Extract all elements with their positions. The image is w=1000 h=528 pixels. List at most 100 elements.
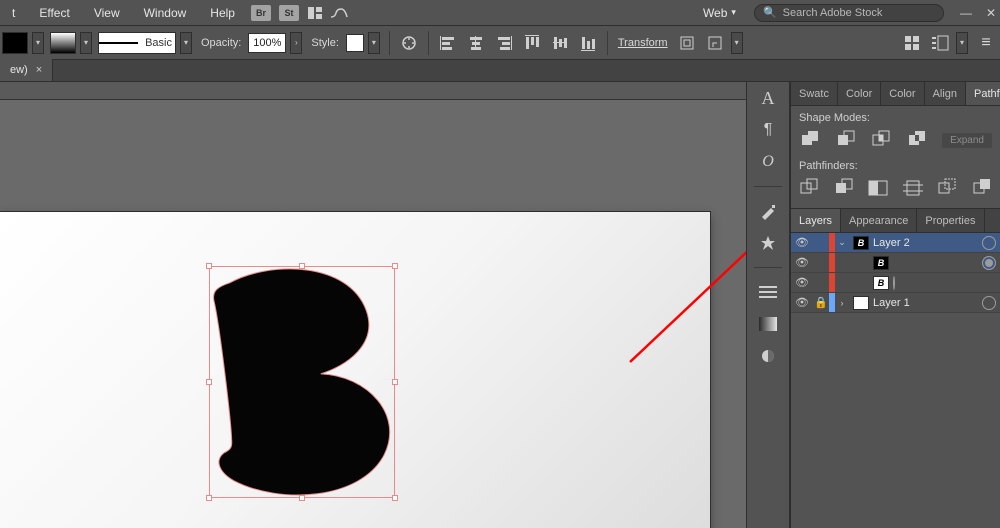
menu-prev-trunc[interactable]: t — [2, 4, 25, 22]
align-left-icon[interactable] — [436, 31, 460, 55]
intersect-icon[interactable] — [871, 130, 893, 150]
divide-icon[interactable] — [799, 178, 820, 198]
target-icon[interactable] — [893, 276, 895, 290]
stock-badge-icon[interactable]: St — [279, 5, 299, 21]
arrange-docs-icon[interactable] — [307, 5, 323, 21]
gradient-panel-icon[interactable] — [754, 312, 782, 336]
merge-icon[interactable] — [868, 178, 889, 198]
window-controls: — ✕ — [960, 6, 996, 20]
style-swatch[interactable] — [346, 34, 364, 52]
target-icon[interactable] — [982, 236, 996, 250]
minimize-icon[interactable]: — — [960, 6, 972, 20]
layer-color-strip — [829, 273, 835, 292]
menu-window[interactable]: Window — [134, 4, 197, 22]
paragraph-panel-icon[interactable]: ¶ — [754, 118, 782, 142]
visibility-toggle-icon[interactable]: 👁 — [791, 296, 813, 309]
menu-view[interactable]: View — [84, 4, 130, 22]
canvas-area[interactable] — [0, 100, 746, 528]
lock-toggle-icon[interactable]: 🔒 — [813, 296, 829, 309]
layer-row[interactable]: 👁B — [791, 253, 1000, 273]
character-panel-icon[interactable]: A — [754, 86, 782, 110]
edit-contents-icon[interactable] — [703, 31, 727, 55]
layer-thumbnail: B — [873, 256, 889, 270]
glyphs-panel-icon[interactable]: O — [754, 150, 782, 174]
tab-pathfinder[interactable]: Pathfinder — [966, 82, 1000, 105]
layer-row[interactable]: 👁B — [791, 273, 1000, 293]
tab-layers[interactable]: Layers — [791, 209, 841, 232]
trim-icon[interactable] — [834, 178, 855, 198]
align-vcenter-icon[interactable] — [548, 31, 572, 55]
workspace-switcher[interactable]: Web ▾ — [697, 4, 742, 22]
tab-color[interactable]: Color — [838, 82, 881, 105]
fill-swatch[interactable] — [2, 32, 28, 54]
menu-help[interactable]: Help — [200, 4, 245, 22]
style-dropdown[interactable]: ▾ — [368, 32, 380, 54]
search-input[interactable]: 🔍 Search Adobe Stock — [754, 4, 944, 22]
pathfinders-label: Pathfinders: — [799, 160, 992, 172]
document-tabs: ew) × — [0, 60, 1000, 82]
recolor-icon[interactable] — [397, 31, 421, 55]
crop-icon[interactable] — [903, 178, 924, 198]
layer-name[interactable] — [893, 277, 1000, 289]
gpu-perf-icon[interactable] — [331, 5, 347, 21]
artwork-shape[interactable] — [210, 267, 394, 497]
visibility-toggle-icon[interactable]: 👁 — [791, 236, 813, 249]
isolate-group-icon[interactable] — [675, 31, 699, 55]
close-doc-icon[interactable]: × — [36, 64, 42, 76]
panelmenu-dd[interactable]: ▾ — [956, 32, 968, 54]
gridview-icon[interactable] — [900, 31, 924, 55]
layers-panel: 👁⌄BLayer 2👁B👁B👁🔒›Layer 1 — [791, 233, 1000, 313]
brush-dropdown[interactable]: ▾ — [180, 32, 192, 54]
disclosure-icon[interactable]: › — [835, 298, 849, 308]
exclude-icon[interactable] — [906, 130, 928, 150]
brush-definition[interactable]: Basic — [98, 32, 176, 54]
tab-swatches[interactable]: Swatc — [791, 82, 838, 105]
bridge-badge-icon[interactable]: Br — [251, 5, 271, 21]
layer-thumbnail: B — [873, 276, 889, 290]
selection-bounds[interactable] — [209, 266, 395, 498]
stroke-panel-icon[interactable] — [754, 280, 782, 304]
target-icon[interactable] — [982, 256, 996, 270]
symbols-panel-icon[interactable] — [754, 231, 782, 255]
tab-colorguide[interactable]: Color — [881, 82, 924, 105]
disclosure-icon[interactable]: ⌄ — [835, 237, 849, 248]
minus-front-icon[interactable] — [835, 130, 857, 150]
menu-effect[interactable]: Effect — [29, 4, 79, 22]
visibility-toggle-icon[interactable]: 👁 — [791, 256, 813, 269]
fill-dropdown[interactable]: ▾ — [32, 32, 44, 54]
layer-row[interactable]: 👁 ⌄ B Layer 2 — [791, 233, 1000, 253]
align-top-icon[interactable] — [520, 31, 544, 55]
target-icon[interactable] — [982, 296, 996, 310]
ruler-horizontal[interactable] — [0, 82, 746, 100]
brush-label: Basic — [142, 37, 175, 49]
flyout-menu-icon[interactable]: ≡ — [974, 31, 998, 55]
align-right-icon[interactable] — [492, 31, 516, 55]
transform-link[interactable]: Transform — [615, 37, 671, 49]
document-tab[interactable]: ew) × — [0, 59, 53, 81]
brushes-panel-icon[interactable] — [754, 199, 782, 223]
opacity-field[interactable]: 100% — [248, 33, 286, 53]
minus-back-icon[interactable] — [972, 178, 993, 198]
tab-appearance[interactable]: Appearance — [841, 209, 917, 232]
outline-icon[interactable] — [937, 178, 958, 198]
align-bottom-icon[interactable] — [576, 31, 600, 55]
layer-thumbnail: B — [853, 236, 869, 250]
panelmenu-icon[interactable] — [928, 31, 952, 55]
panel-tabs-mid: Layers Appearance Properties — [791, 209, 1000, 233]
artboard[interactable] — [0, 212, 710, 528]
layer-row[interactable]: 👁🔒 › Layer 1 — [791, 293, 1000, 313]
unite-icon[interactable] — [799, 130, 821, 150]
workspace-label: Web — [703, 6, 727, 20]
visibility-toggle-icon[interactable]: 👁 — [791, 276, 813, 289]
close-icon[interactable]: ✕ — [986, 6, 996, 20]
transparency-panel-icon[interactable] — [754, 344, 782, 368]
layer-name[interactable]: Layer 1 — [873, 297, 982, 309]
stroke-swatch[interactable] — [50, 32, 76, 54]
align-hcenter-icon[interactable] — [464, 31, 488, 55]
tab-align[interactable]: Align — [925, 82, 966, 105]
opacity-dropdown[interactable]: › — [290, 32, 302, 54]
edit-contents-dd[interactable]: ▾ — [731, 32, 743, 54]
layer-name[interactable]: Layer 2 — [873, 237, 982, 249]
tab-properties[interactable]: Properties — [917, 209, 984, 232]
stroke-dropdown[interactable]: ▾ — [80, 32, 92, 54]
